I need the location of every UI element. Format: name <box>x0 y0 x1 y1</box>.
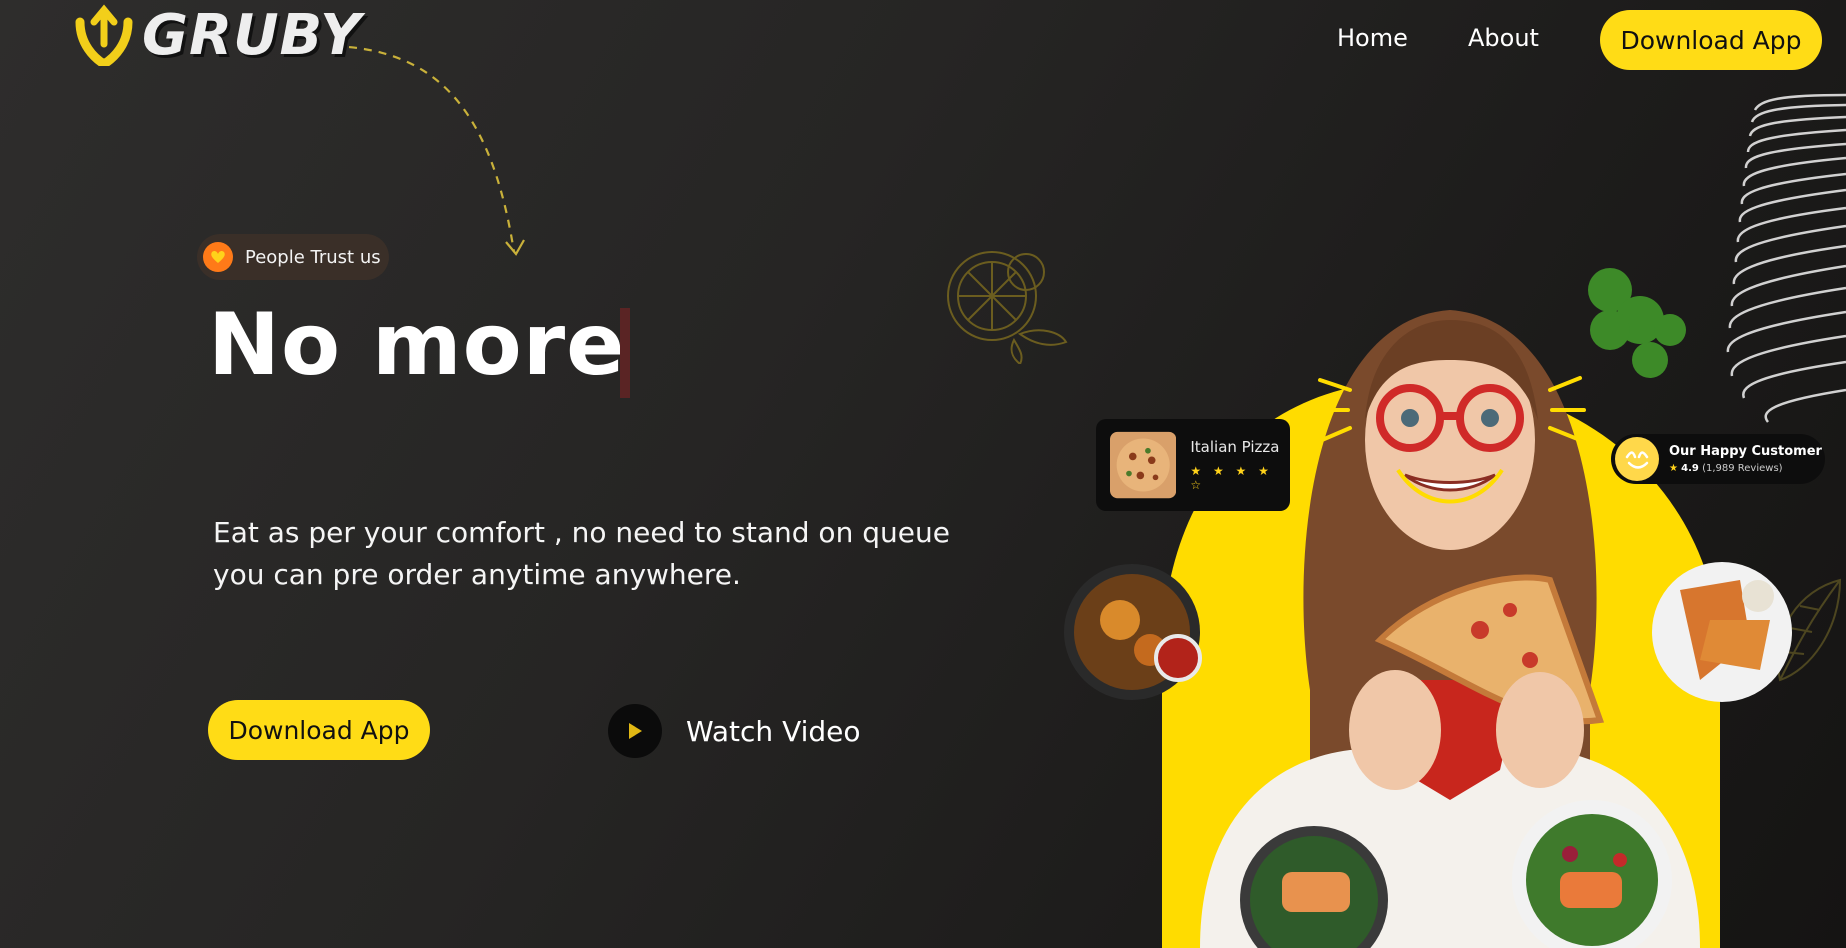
customer-reviews-count: (1,989 Reviews) <box>1702 463 1783 474</box>
play-icon <box>608 704 662 758</box>
plate-chicken <box>1652 562 1792 702</box>
logo-mark-icon <box>75 4 133 66</box>
hero-subtext-line2: you can pre order anytime anywhere. <box>213 558 741 591</box>
logo[interactable]: GRUBY <box>74 0 362 70</box>
hero-illustration <box>1064 268 1792 948</box>
watch-video-button[interactable]: Watch Video <box>608 704 861 758</box>
watch-video-label: Watch Video <box>686 714 861 748</box>
heart-icon <box>203 242 233 272</box>
star-icon: ★ <box>1669 463 1678 474</box>
pizza-card-stars: ★ ★ ★ ★ ☆ <box>1190 464 1273 492</box>
happy-customer-card: Our Happy Customer ★ 4.9 (1,989 Reviews) <box>1611 434 1825 484</box>
typing-cursor <box>620 308 630 398</box>
pizza-thumbnail <box>1110 431 1177 499</box>
customer-card-title: Our Happy Customer <box>1669 444 1822 459</box>
hero-headline: No more <box>208 295 626 395</box>
hero-download-button[interactable]: Download App <box>208 700 430 760</box>
trust-badge: People Trust us <box>197 234 389 280</box>
nav-about-link[interactable]: About <box>1468 24 1539 52</box>
parsley <box>1588 268 1686 378</box>
smile-icon <box>1615 437 1659 481</box>
italian-pizza-card[interactable]: Italian Pizza ★ ★ ★ ★ ☆ <box>1096 419 1290 511</box>
pizza-card-title: Italian Pizza <box>1190 438 1280 456</box>
logo-text: GRUBY <box>142 2 362 68</box>
header-download-button[interactable]: Download App <box>1600 10 1822 70</box>
customer-card-rating: ★ 4.9 (1,989 Reviews) <box>1669 463 1822 474</box>
trust-badge-label: People Trust us <box>245 246 381 268</box>
plate-chickpeas <box>1064 564 1202 700</box>
nav-home-link[interactable]: Home <box>1337 24 1408 52</box>
hero-subtext: Eat as per your comfort , no need to sta… <box>213 512 973 596</box>
customer-rating-value: 4.9 <box>1681 463 1699 474</box>
hero-subtext-line1: Eat as per your comfort , no need to sta… <box>213 516 950 549</box>
dashed-arrow-decoration <box>333 44 525 256</box>
